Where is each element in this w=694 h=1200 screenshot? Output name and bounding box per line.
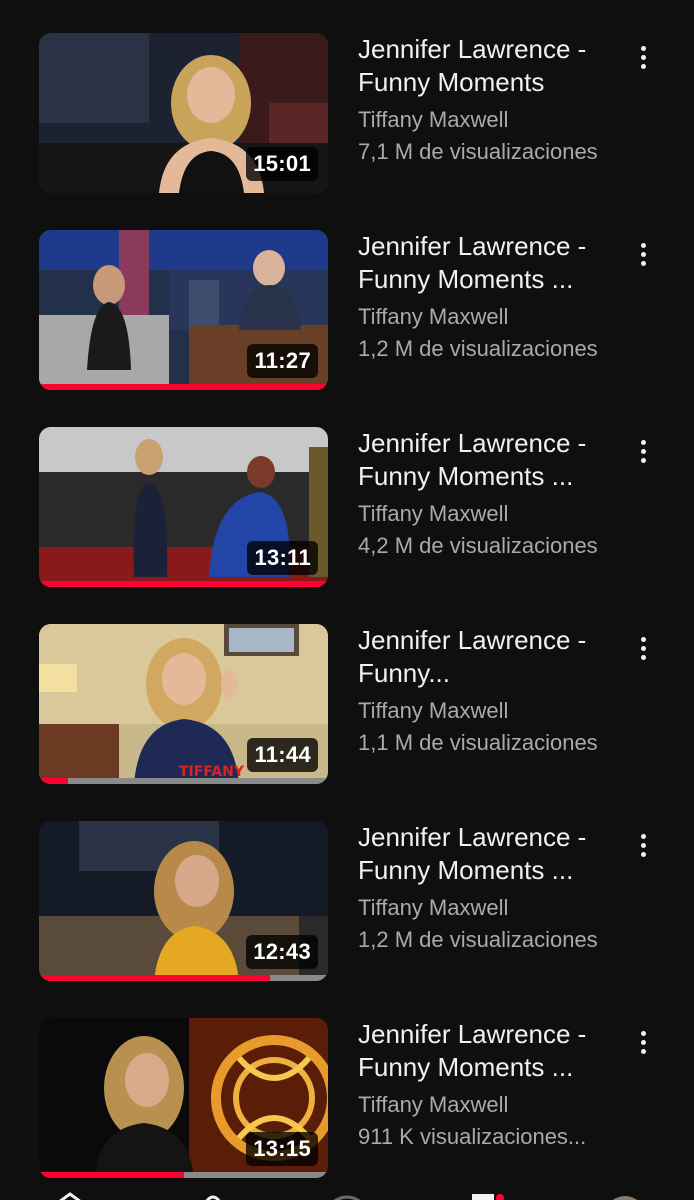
channel-name[interactable]: Tiffany Maxwell	[358, 107, 608, 133]
video-title[interactable]: Jennifer Lawrence - Funny...	[358, 624, 608, 690]
shorts-icon[interactable]	[198, 1192, 228, 1200]
video-thumbnail[interactable]: TIFFANY 11:44	[39, 624, 328, 784]
video-title[interactable]: Jennifer Lawrence - Funny Moments ...	[358, 427, 608, 493]
video-thumbnail[interactable]: 15:01	[39, 33, 328, 193]
video-meta[interactable]: Jennifer Lawrence - Funny Moments ... Ti…	[358, 1018, 608, 1150]
video-title[interactable]: Jennifer Lawrence - Funny Moments ...	[358, 230, 608, 296]
watch-progress-fill	[39, 384, 328, 390]
video-thumbnail[interactable]: 11:27	[39, 230, 328, 390]
video-item[interactable]: 13:11 Jennifer Lawrence - Funny Moments …	[0, 427, 694, 597]
video-meta[interactable]: Jennifer Lawrence - Funny Moments ... Ti…	[358, 230, 608, 362]
watch-progress-bar	[39, 778, 328, 784]
video-thumbnail[interactable]: 12:43	[39, 821, 328, 981]
video-item[interactable]: 13:15 Jennifer Lawrence - Funny Moments …	[0, 1018, 694, 1188]
view-count: 1,2 M de visualizaciones	[358, 336, 598, 361]
home-icon[interactable]	[55, 1192, 85, 1200]
create-icon[interactable]	[330, 1192, 364, 1200]
video-duration: 11:27	[247, 344, 318, 378]
video-duration: 13:11	[247, 541, 318, 575]
watch-progress-bar	[39, 1172, 328, 1178]
more-options-icon[interactable]	[628, 1022, 658, 1062]
more-options-icon[interactable]	[628, 234, 658, 274]
watch-progress-bar	[39, 384, 328, 390]
video-meta[interactable]: Jennifer Lawrence - Funny Moments ... Ti…	[358, 821, 608, 953]
video-title[interactable]: Jennifer Lawrence - Funny Moments	[358, 33, 608, 99]
watch-progress-fill	[39, 1172, 184, 1178]
channel-name[interactable]: Tiffany Maxwell	[358, 698, 608, 724]
view-count: 7,1 M de visualizaciones	[358, 139, 598, 164]
video-item[interactable]: 11:27 Jennifer Lawrence - Funny Moments …	[0, 230, 694, 400]
view-count: 1,1 M de visualizaciones	[358, 730, 598, 755]
video-duration: 12:43	[246, 935, 318, 969]
video-duration: 15:01	[246, 147, 318, 181]
channel-name[interactable]: Tiffany Maxwell	[358, 501, 608, 527]
watch-progress-fill	[39, 975, 271, 981]
channel-name[interactable]: Tiffany Maxwell	[358, 895, 608, 921]
more-options-icon[interactable]	[628, 37, 658, 77]
channel-name[interactable]: Tiffany Maxwell	[358, 1092, 608, 1118]
more-options-icon[interactable]	[628, 431, 658, 471]
avatar[interactable]	[608, 1192, 642, 1200]
video-meta[interactable]: Jennifer Lawrence - Funny Moments Tiffan…	[358, 33, 608, 165]
more-options-icon[interactable]	[628, 825, 658, 865]
video-meta[interactable]: Jennifer Lawrence - Funny Moments ... Ti…	[358, 427, 608, 559]
video-item[interactable]: 12:43 Jennifer Lawrence - Funny Moments …	[0, 821, 694, 991]
video-duration: 11:44	[247, 738, 318, 772]
video-title[interactable]: Jennifer Lawrence - Funny Moments ...	[358, 1018, 608, 1084]
video-duration: 13:15	[246, 1132, 318, 1166]
video-meta[interactable]: Jennifer Lawrence - Funny... Tiffany Max…	[358, 624, 608, 756]
subscriptions-icon[interactable]	[468, 1192, 508, 1200]
video-item[interactable]: TIFFANY 11:44 Jennifer Lawrence - Funny.…	[0, 624, 694, 794]
watch-progress-bar	[39, 975, 328, 981]
watch-progress-fill	[39, 778, 68, 784]
channel-name[interactable]: Tiffany Maxwell	[358, 304, 608, 330]
video-item[interactable]: 15:01 Jennifer Lawrence - Funny Moments …	[0, 33, 694, 203]
view-count: 4,2 M de visualizaciones	[358, 533, 598, 558]
video-thumbnail[interactable]: 13:15	[39, 1018, 328, 1178]
watch-progress-fill	[39, 581, 328, 587]
view-count: 1,2 M de visualizaciones	[358, 927, 598, 952]
more-options-icon[interactable]	[628, 628, 658, 668]
video-thumbnail[interactable]: 13:11	[39, 427, 328, 587]
video-title[interactable]: Jennifer Lawrence - Funny Moments ...	[358, 821, 608, 887]
watch-progress-bar	[39, 581, 328, 587]
view-count: 911 K visualizaciones...	[358, 1124, 587, 1149]
bottom-navigation-bar	[0, 1188, 694, 1200]
